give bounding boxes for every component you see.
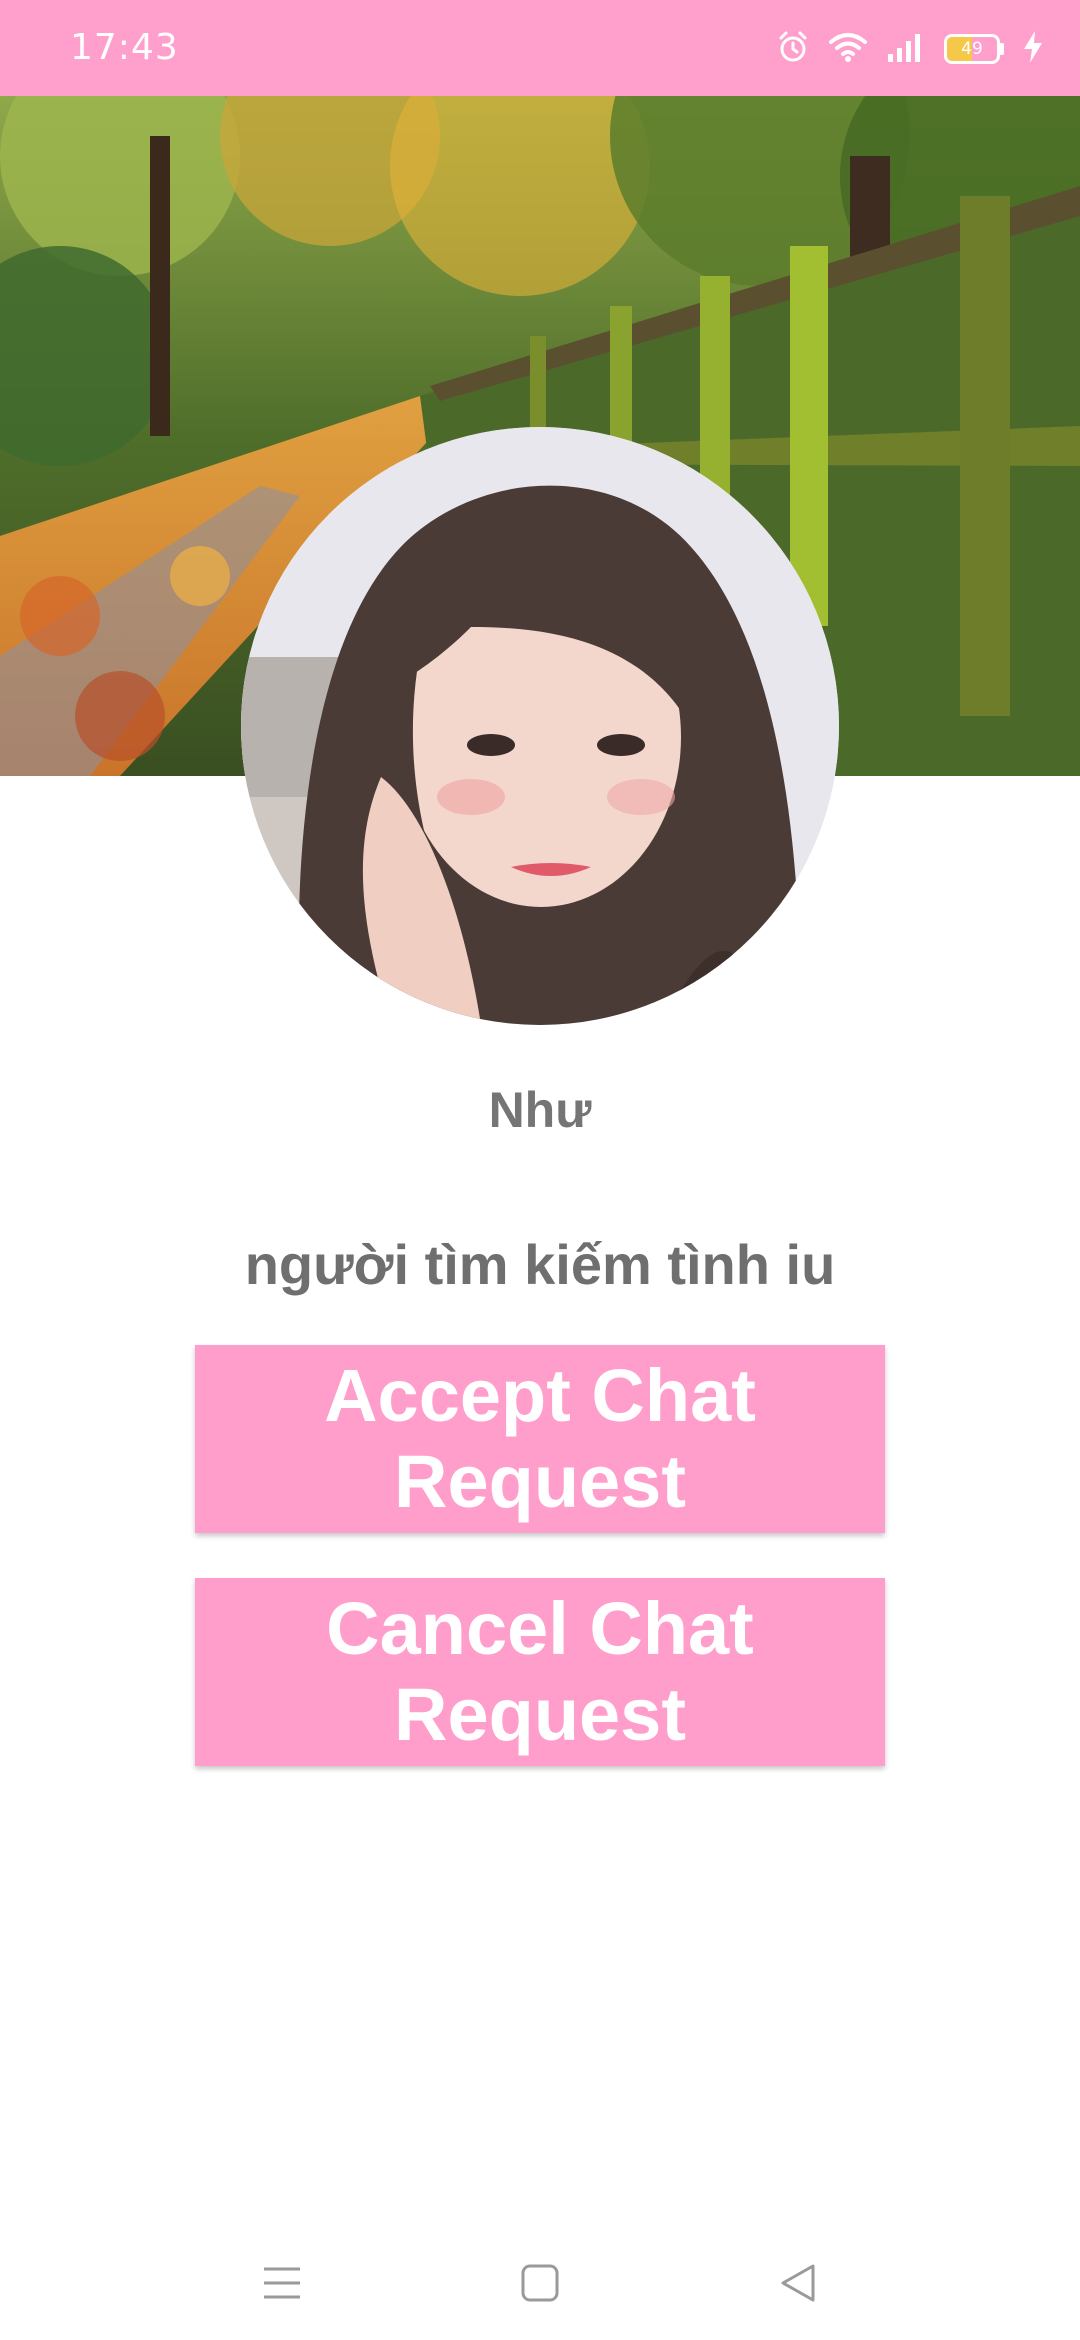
navigation-bar (0, 2230, 1080, 2340)
cancel-chat-request-button[interactable]: Cancel Chat Request (195, 1578, 885, 1766)
status-time: 17:43 (70, 27, 179, 68)
menu-icon[interactable] (242, 2248, 322, 2318)
alarm-icon (776, 30, 810, 69)
battery-icon: 49 (944, 34, 1004, 64)
status-bar: 17:43 49 (0, 0, 1080, 96)
status-icons: 49 (776, 26, 1044, 72)
home-icon[interactable] (500, 2248, 580, 2318)
back-icon[interactable] (758, 2248, 838, 2318)
profile-avatar[interactable] (241, 427, 839, 1025)
profile-status: người tìm kiếm tình iu (244, 1233, 836, 1296)
signal-icon (886, 30, 926, 69)
profile-name: Như (488, 1082, 592, 1138)
charging-icon (1022, 30, 1044, 69)
battery-level: 49 (961, 39, 983, 59)
accept-chat-request-button[interactable]: Accept Chat Request (195, 1345, 885, 1533)
wifi-icon (828, 30, 868, 69)
